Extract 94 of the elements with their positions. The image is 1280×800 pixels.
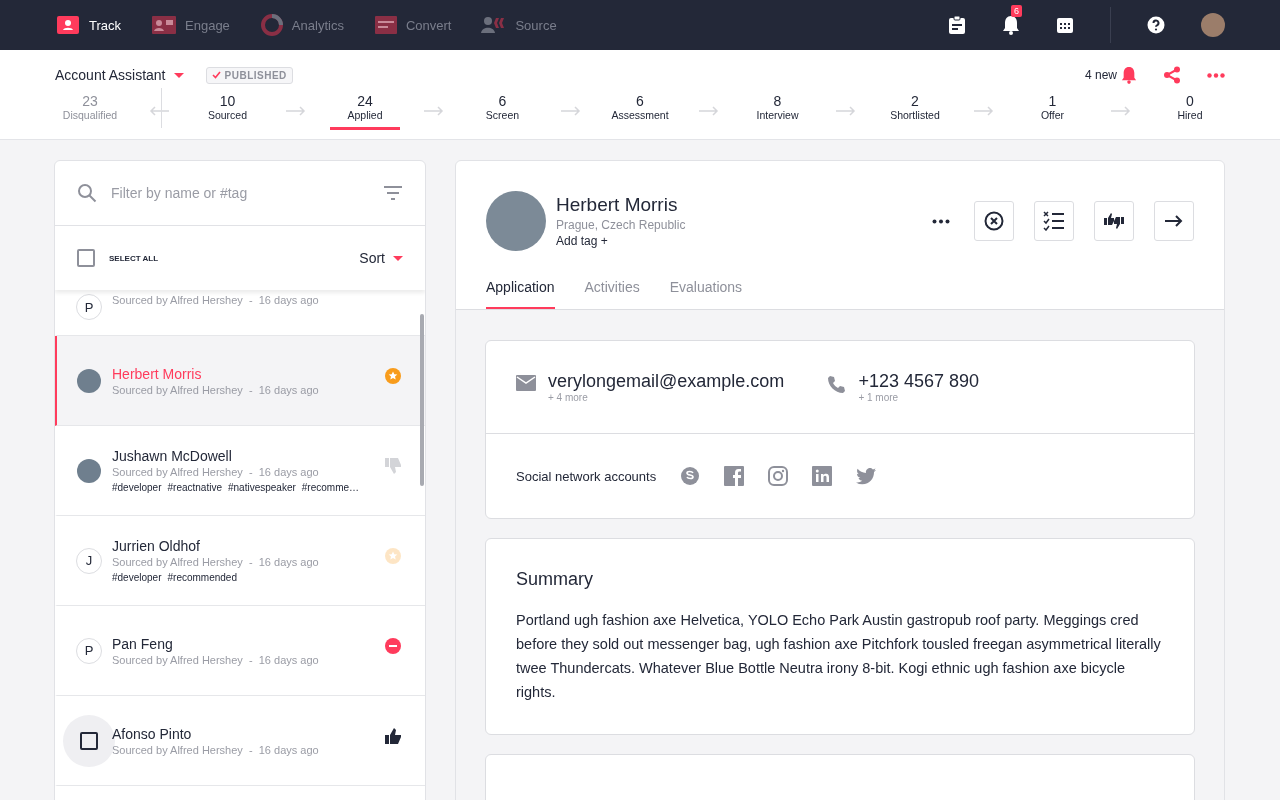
- filter-icon[interactable]: [383, 186, 403, 200]
- profile-name: Herbert Morris: [556, 194, 679, 216]
- evaluate-button[interactable]: [1094, 201, 1134, 241]
- user-avatar[interactable]: [1201, 13, 1225, 37]
- nav-tab[interactable]: Analytics: [259, 13, 344, 37]
- calendar-icon[interactable]: [1056, 16, 1074, 34]
- disqualify-button[interactable]: [974, 201, 1014, 241]
- profile-photo: [486, 191, 546, 251]
- checklist-button[interactable]: [1034, 201, 1074, 241]
- sourced-by-text: Sourced by Alfred Hershey - 16 days ago: [112, 294, 320, 306]
- published-badge: PUBLISHED: [205, 66, 293, 84]
- stage-tab[interactable]: 0 Hired: [1140, 92, 1240, 130]
- checklist-icon: [1043, 211, 1065, 231]
- facebook-icon[interactable]: [724, 466, 745, 486]
- row-checkbox[interactable]: [80, 731, 98, 750]
- stage-tab[interactable]: 10 Sourced: [177, 92, 278, 130]
- avatar-photo: [77, 458, 101, 483]
- minus-circle-icon: [385, 638, 401, 654]
- summary-text: Portland ugh fashion axe Helvetica, YOLO Echo Park Austin gastropub roof party. Meggings cred before they sold out messenger bag, ugh fashion axe Pitchfork tousled freegan asymmetrical literally twee Thundercats. Whatever Blue Bottle Neutra irony 8-bit. Kogi ethnic ugh fashion axe bicycle rights.: [516, 611, 1162, 702]
- bell-icon[interactable]: [1002, 15, 1020, 35]
- sourced-by-text: Sourced by Alfred Hershey - 16 days ago: [112, 743, 320, 756]
- stage-tab[interactable]: 2 Shortlisted: [865, 92, 965, 130]
- close-circle-icon: [984, 211, 1004, 231]
- thumbs-down-icon: [385, 458, 402, 474]
- right-arrow-icon: [286, 106, 307, 116]
- sourced-by-text: Sourced by Alfred Hershey - 16 days ago: [112, 653, 320, 666]
- job-title-dropdown[interactable]: Account Assistant: [55, 67, 184, 83]
- candidate-row[interactable]: Afonso Pinto Sourced by Alfred Hershey - 16 days ago: [55, 696, 425, 786]
- candidate-name: Herbert Morris: [112, 365, 203, 382]
- social-accounts-label: Social network accounts: [516, 468, 657, 484]
- instagram-icon[interactable]: [768, 466, 789, 486]
- nav-tab[interactable]: Convert: [373, 13, 452, 37]
- more-icon[interactable]: [932, 218, 950, 224]
- bell-icon: [1121, 66, 1137, 84]
- email-link[interactable]: verylongemail@example.com: [548, 371, 785, 392]
- candidate-row[interactable]: P Pan Feng Sourced by Alfred Hershey - 16 days ago: [55, 606, 425, 696]
- linkedin-icon[interactable]: [812, 466, 833, 486]
- donut-chart-icon: [259, 13, 284, 37]
- skype-icon[interactable]: [680, 466, 701, 486]
- sourced-by-text: Sourced by Alfred Hershey - 16 days ago: [112, 556, 320, 568]
- new-notifications-button[interactable]: 4 new: [1084, 66, 1137, 84]
- sourced-by-text: Sourced by Alfred Hershey - 16 days ago: [112, 383, 320, 396]
- tag[interactable]: #developer: [112, 572, 162, 583]
- right-arrow-icon: [1165, 215, 1183, 227]
- thumbs-up-icon: [385, 728, 402, 744]
- sort-dropdown[interactable]: Sort: [359, 250, 403, 266]
- tag[interactable]: #reactnative: [167, 482, 222, 493]
- phone-icon: [826, 375, 847, 395]
- notification-badge: 6: [1011, 5, 1022, 17]
- clipboard-icon[interactable]: [948, 15, 966, 35]
- candidate-name: Afonso Pinto: [112, 725, 193, 742]
- right-arrow-icon: [423, 106, 444, 116]
- help-icon[interactable]: [1147, 16, 1165, 34]
- contact-card-icon: [151, 15, 178, 35]
- stage-tab[interactable]: 1 Offer: [1002, 92, 1103, 130]
- bird-icon[interactable]: [856, 467, 877, 485]
- nav-tab[interactable]: Track: [55, 13, 122, 37]
- more-phones-text: + 1 more: [858, 392, 900, 403]
- right-arrow-icon: [973, 106, 994, 116]
- tag[interactable]: #recommended: [167, 572, 237, 583]
- stage-tab[interactable]: 24 Applied: [330, 92, 400, 130]
- stage-tab[interactable]: 6 Assessment: [590, 92, 690, 130]
- select-all-label: SELECT ALL: [109, 253, 159, 263]
- avatar-photo: [77, 368, 101, 393]
- candidate-name: Jushawn McDowell: [112, 448, 233, 464]
- envelope-icon: [516, 375, 536, 391]
- candidate-row[interactable]: J Jurrien Oldhof Sourced by Alfred Hershey - 16 days ago #developer #recommended: [55, 516, 425, 606]
- nav-tab[interactable]: Engage: [151, 13, 230, 37]
- profile-location: Prague, Czech Republic: [556, 218, 686, 232]
- search-icon: [77, 183, 97, 203]
- nav-tab[interactable]: Source: [481, 13, 557, 37]
- candidate-name: Pan Feng: [112, 635, 174, 652]
- right-arrow-icon: [836, 106, 857, 116]
- share-icon[interactable]: [1163, 66, 1181, 84]
- more-emails-text: + 4 more: [548, 392, 589, 403]
- sourced-by-text: Sourced by Alfred Hershey - 16 days ago: [112, 466, 320, 478]
- form-icon: [373, 15, 398, 35]
- right-arrow-icon: [561, 106, 582, 116]
- thumbs-up-down-icon: [1103, 212, 1125, 230]
- move-forward-button[interactable]: [1154, 201, 1194, 241]
- summary-title: Summary: [516, 569, 594, 590]
- candidate-name: Jurrien Oldhof: [112, 538, 201, 554]
- tag[interactable]: #nativespeaker: [227, 482, 296, 493]
- select-all-checkbox[interactable]: [77, 249, 95, 267]
- phone-link[interactable]: +123 4567 890: [858, 371, 979, 392]
- right-arrow-icon: [698, 106, 719, 116]
- id-card-icon: [55, 15, 81, 35]
- stage-tab[interactable]: 6 Screen: [452, 92, 553, 130]
- add-tag-link[interactable]: Add tag +: [556, 234, 686, 248]
- check-icon: [211, 71, 221, 79]
- tag[interactable]: #developer: [112, 482, 162, 493]
- right-arrow-icon: [1111, 106, 1132, 116]
- tag[interactable]: #recomme…: [301, 482, 360, 493]
- stage-tab[interactable]: 8 Interview: [727, 92, 828, 130]
